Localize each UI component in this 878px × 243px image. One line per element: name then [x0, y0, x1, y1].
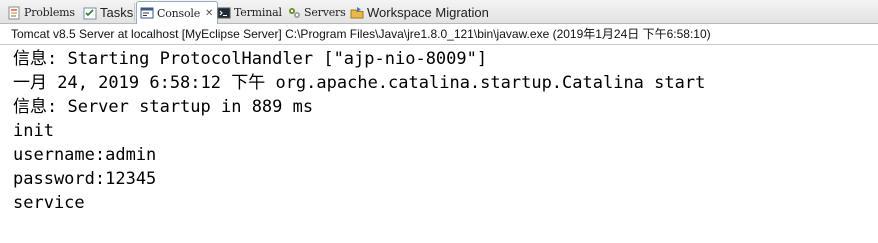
console-view: Problems Tasks Console ✕ Terminal Server…	[0, 0, 878, 243]
tab-tasks[interactable]: Tasks	[83, 2, 133, 23]
tab-label: Problems	[24, 6, 75, 19]
console-line: 一月 24, 2019 6:58:12 下午 org.apache.catali…	[13, 73, 706, 93]
tab-label: Terminal	[234, 6, 282, 19]
tab-separator	[134, 3, 135, 21]
console-line: username:admin	[13, 145, 157, 165]
process-title: Tomcat v8.5 Server at localhost [MyEclip…	[0, 24, 878, 45]
console-line: init	[13, 121, 54, 141]
view-tab-bar: Problems Tasks Console ✕ Terminal Server…	[0, 0, 878, 24]
console-line: 信息: Server startup in 889 ms	[13, 97, 314, 117]
tab-servers[interactable]: Servers	[287, 2, 346, 23]
close-icon[interactable]: ✕	[205, 8, 213, 19]
tab-console[interactable]: Console ✕	[136, 1, 219, 24]
console-line: 信息: Starting ProtocolHandler ["ajp-nio-8…	[13, 49, 488, 69]
tab-terminal[interactable]: Terminal	[217, 2, 282, 23]
console-output[interactable]: 信息: Starting ProtocolHandler ["ajp-nio-8…	[0, 45, 878, 243]
console-icon	[140, 7, 154, 19]
tab-label: Console	[157, 6, 201, 20]
tab-label: Workspace Migration	[367, 5, 489, 20]
tab-label: Tasks	[100, 5, 134, 20]
terminal-icon	[217, 7, 231, 18]
servers-icon	[289, 7, 300, 18]
workspace-migration-icon	[350, 6, 364, 18]
problems-icon	[8, 6, 20, 19]
console-line: service	[13, 193, 85, 213]
tab-workspace-migration[interactable]: Workspace Migration	[350, 2, 489, 23]
tasks-icon	[83, 7, 97, 19]
tab-label: Servers	[304, 6, 346, 19]
console-line: password:12345	[13, 169, 157, 189]
tab-problems[interactable]: Problems	[7, 2, 75, 23]
